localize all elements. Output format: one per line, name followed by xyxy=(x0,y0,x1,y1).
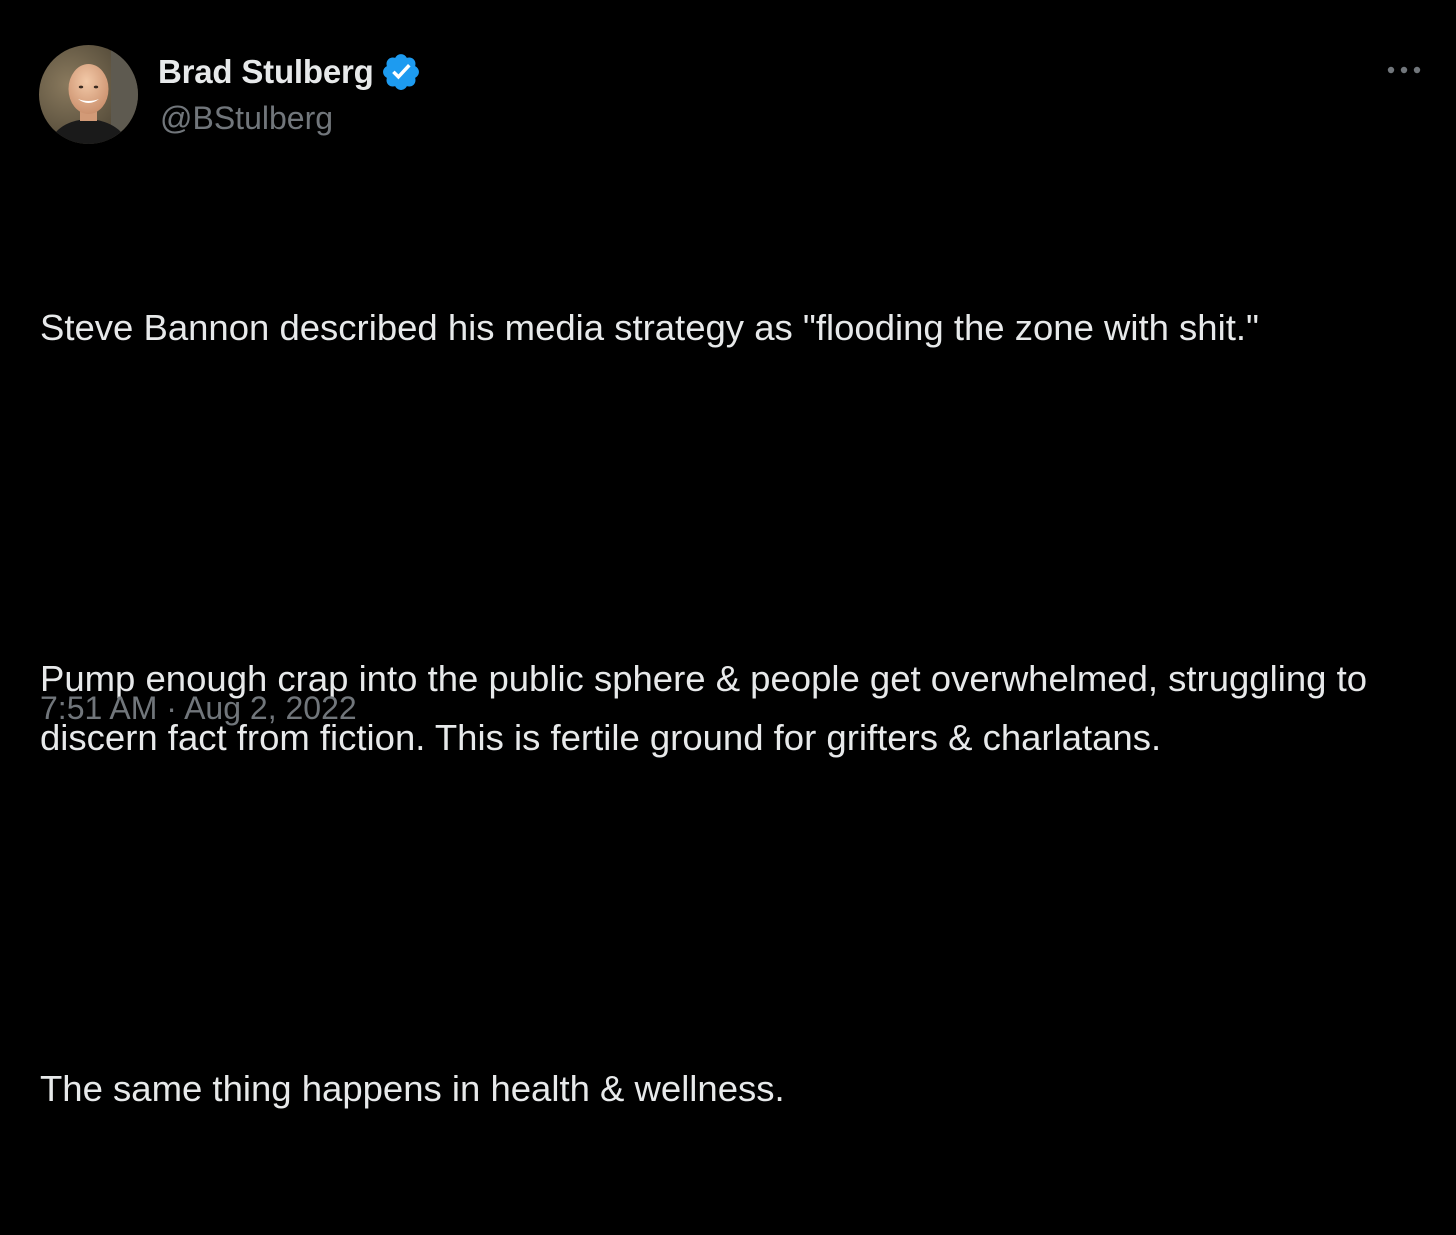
avatar[interactable] xyxy=(39,45,138,144)
tweet-time[interactable]: 7:51 AM xyxy=(40,690,157,726)
more-horizontal-icon xyxy=(1387,66,1421,74)
tweet-card: Brad Stulberg @BStulberg Steve Bannon de… xyxy=(0,0,1456,1109)
tweet-paragraph-spacer xyxy=(40,884,1430,943)
more-options-button[interactable] xyxy=(1374,52,1434,88)
tweet-paragraph: The same thing happens in health & welln… xyxy=(40,1067,785,1109)
verified-badge-icon xyxy=(380,51,422,93)
avatar-image xyxy=(39,45,138,144)
tweet-date[interactable]: Aug 2, 2022 xyxy=(184,690,357,726)
tweet-paragraph-spacer xyxy=(40,475,1430,534)
timestamp-separator: · xyxy=(157,690,185,726)
author-name-row: Brad Stulberg xyxy=(158,50,422,94)
author-display-name[interactable]: Brad Stulberg xyxy=(158,53,374,91)
author-handle[interactable]: @BStulberg xyxy=(160,100,333,137)
tweet-timestamp: 7:51 AM · Aug 2, 2022 xyxy=(40,690,357,727)
tweet-paragraph: Steve Bannon described his media strateg… xyxy=(40,307,1259,348)
